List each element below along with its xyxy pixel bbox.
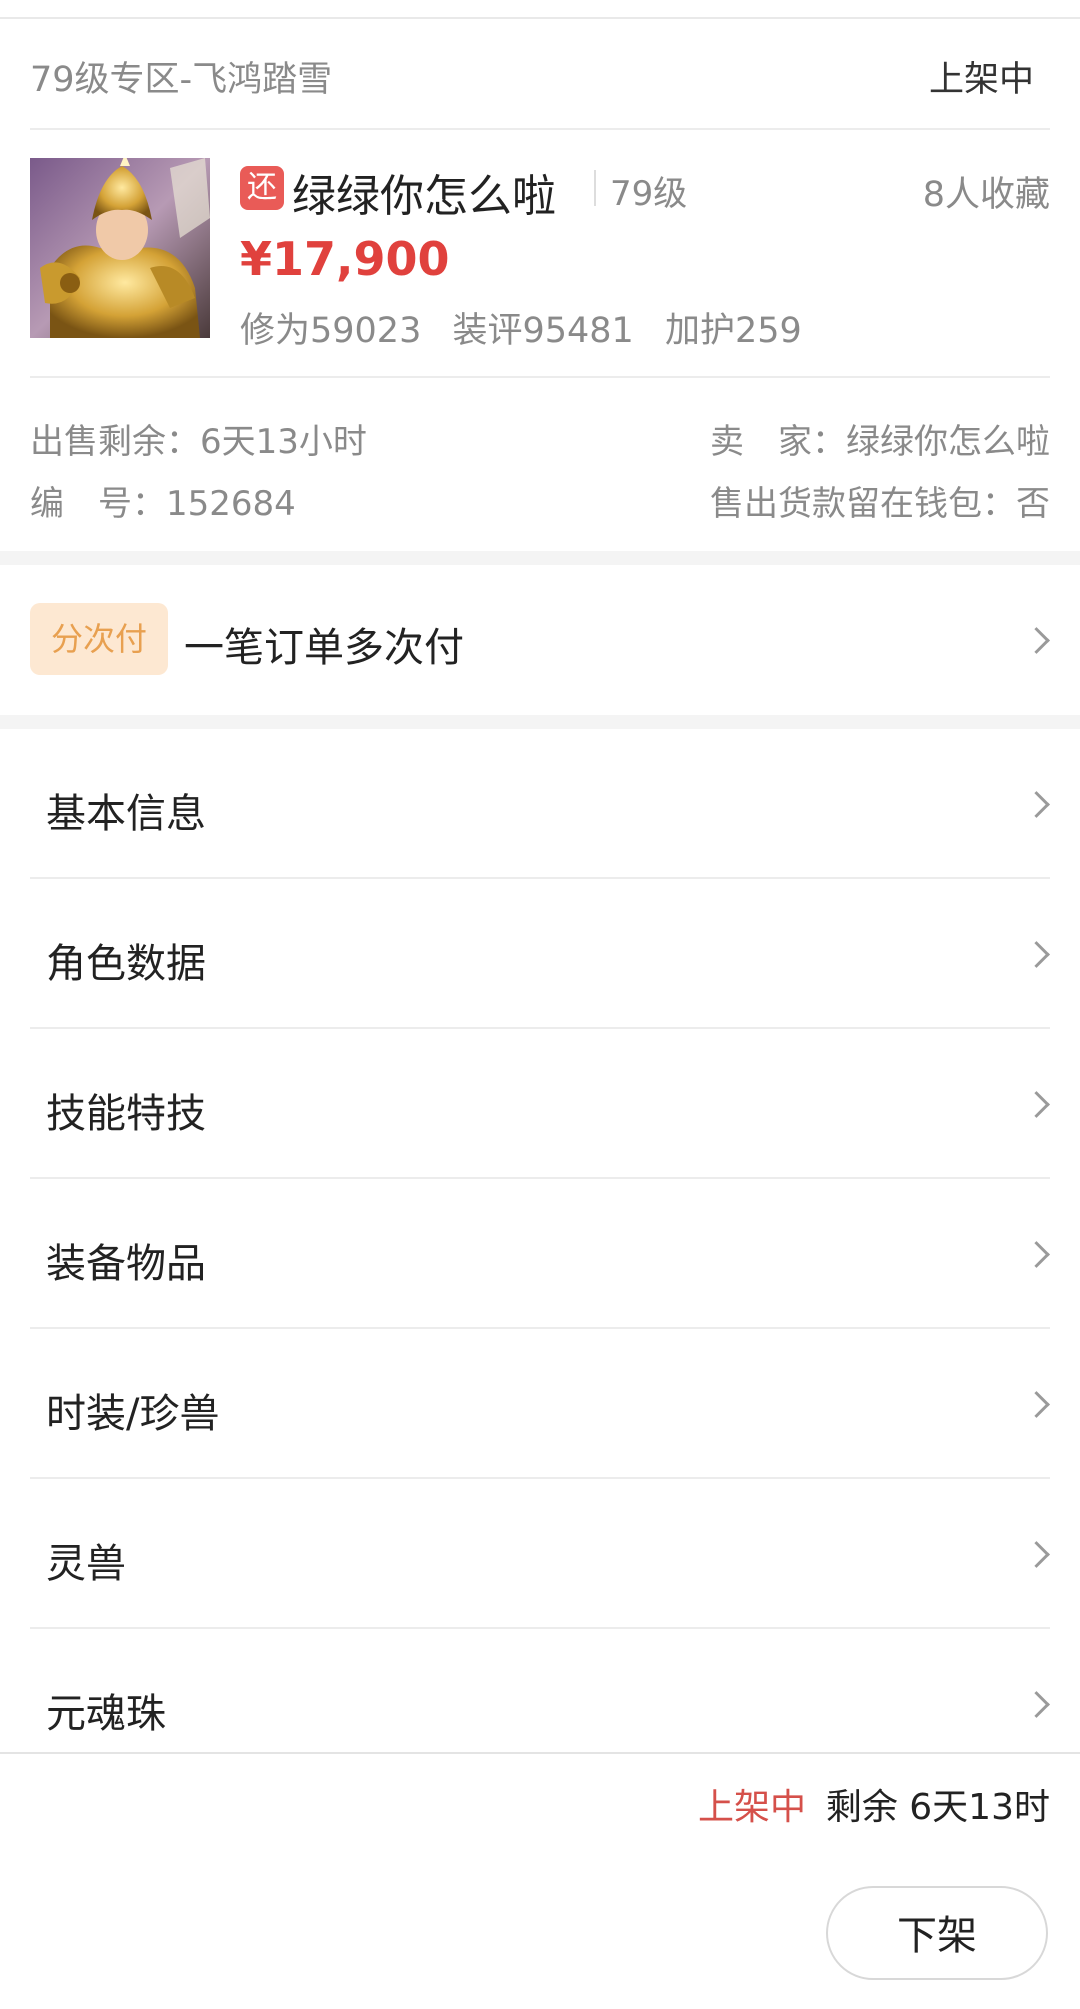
bottom-bar-divider xyxy=(0,1752,1080,1754)
chevron-right-icon xyxy=(1023,1391,1050,1418)
stat-equipment-score: 装评95481 xyxy=(452,311,634,351)
listing-status: 上架中 xyxy=(928,60,1034,100)
product-level: 79级 xyxy=(610,174,688,214)
chevron-right-icon xyxy=(1023,1241,1050,1268)
header-divider xyxy=(30,128,1050,130)
menu-item-label: 角色数据 xyxy=(46,941,206,987)
section-gap xyxy=(0,551,1080,565)
menu-item-spirit-beast[interactable]: 灵兽 xyxy=(0,1479,1080,1629)
menu-item-equipment[interactable]: 装备物品 xyxy=(0,1179,1080,1329)
wallet-setting: 售出货款留在钱包：否 xyxy=(710,484,1050,524)
chevron-right-icon xyxy=(1023,941,1050,968)
stat-protection: 加护259 xyxy=(664,311,802,351)
menu-item-soul-bead[interactable]: 元魂珠 xyxy=(0,1629,1080,1752)
menu-item-label: 装备物品 xyxy=(46,1241,206,1287)
section-gap xyxy=(0,715,1080,729)
chevron-right-icon xyxy=(1023,791,1050,818)
header: 79级专区-飞鸿踏雪 上架中 xyxy=(0,19,1080,129)
menu-item-label: 技能特技 xyxy=(46,1091,206,1137)
chevron-right-icon xyxy=(1023,1541,1050,1568)
remaining-time: 出售剩余：6天13小时 xyxy=(30,422,367,462)
chevron-right-icon xyxy=(1023,627,1050,654)
character-portrait-image xyxy=(30,158,210,338)
menu-item-skills[interactable]: 技能特技 xyxy=(0,1029,1080,1179)
menu-item-character-data[interactable]: 角色数据 xyxy=(0,879,1080,1029)
name-level-divider xyxy=(594,170,596,206)
bottom-listing-status: 上架中 xyxy=(698,1787,807,1828)
chevron-right-icon xyxy=(1023,1091,1050,1118)
stat-cultivation: 修为59023 xyxy=(240,311,422,351)
favorites-count: 8人收藏 xyxy=(922,175,1050,215)
zone-title: 79级专区-飞鸿踏雪 xyxy=(30,60,333,100)
price: ¥17,900 xyxy=(240,232,450,286)
installment-tag: 分次付 xyxy=(30,603,168,675)
menu-item-basic-info[interactable]: 基本信息 xyxy=(0,729,1080,879)
delist-button[interactable]: 下架 xyxy=(826,1886,1048,1980)
menu-item-label: 基本信息 xyxy=(46,791,206,837)
menu-item-label: 元魂珠 xyxy=(46,1691,166,1737)
menu-item-fashion-pets[interactable]: 时装/珍兽 xyxy=(0,1329,1080,1479)
product-divider xyxy=(30,376,1050,378)
product-name: 绿绿你怎么啦 xyxy=(292,171,556,222)
seller-name: 卖 家：绿绿你怎么啦 xyxy=(710,422,1050,462)
installment-row[interactable]: 分次付 一笔订单多次付 xyxy=(0,565,1080,715)
serial-number: 编 号：152684 xyxy=(30,484,296,524)
menu-item-label: 时装/珍兽 xyxy=(46,1391,220,1437)
product-stats: 修为59023 装评95481 加护259 xyxy=(240,302,822,353)
menu-item-label: 灵兽 xyxy=(46,1541,126,1587)
chevron-right-icon xyxy=(1023,1691,1050,1718)
bottom-remaining-time: 剩余 6天13时 xyxy=(825,1787,1050,1828)
installment-text: 一笔订单多次付 xyxy=(184,625,464,671)
return-badge: 还 xyxy=(240,166,284,210)
